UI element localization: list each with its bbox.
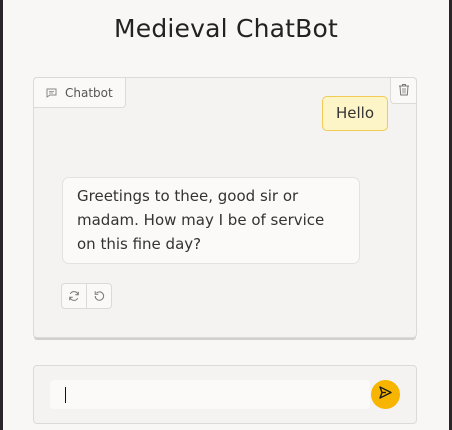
app-page: Medieval ChatBot Chatbot Hello Greetings…	[3, 0, 449, 430]
trash-icon	[398, 81, 410, 100]
chatbot-panel: Chatbot Hello Greetings to thee, good si…	[33, 77, 417, 338]
retry-button[interactable]	[62, 284, 86, 308]
undo-button[interactable]	[86, 284, 111, 308]
bot-message-actions	[61, 283, 112, 309]
text-caret	[65, 387, 66, 403]
chatbot-label: Chatbot	[33, 77, 126, 108]
send-icon	[378, 385, 393, 404]
input-panel	[33, 365, 417, 424]
retry-icon	[68, 287, 80, 306]
message-input[interactable]	[50, 380, 370, 409]
chatbot-label-text: Chatbot	[65, 85, 113, 100]
send-button[interactable]	[371, 380, 400, 409]
bot-message: Greetings to thee, good sir or madam. Ho…	[62, 177, 360, 264]
undo-icon	[93, 287, 105, 306]
chat-bubble-icon	[46, 88, 57, 98]
clear-chat-button[interactable]	[390, 77, 417, 104]
user-message: Hello	[322, 96, 389, 131]
page-title: Medieval ChatBot	[113, 14, 339, 43]
